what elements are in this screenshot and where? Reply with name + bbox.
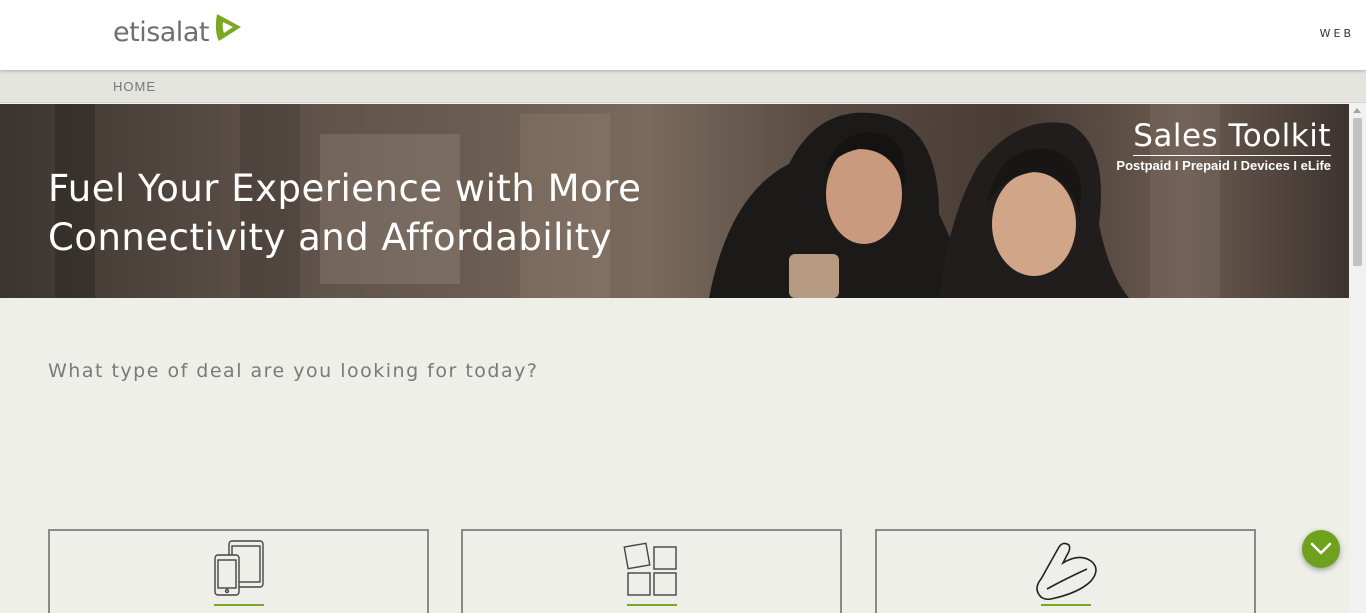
card-underline <box>213 604 264 606</box>
card-underline <box>626 604 677 606</box>
deal-question: What type of deal are you looking for to… <box>48 360 539 382</box>
devices-icon <box>213 539 265 603</box>
card-underline <box>1040 604 1091 606</box>
hero-headline-line2: Connectivity and Affordability <box>48 216 613 259</box>
deal-card-elife[interactable] <box>875 529 1256 613</box>
deal-card-apps[interactable] <box>461 529 842 613</box>
nav-bar: HOME <box>0 70 1366 103</box>
logo-mark-icon <box>211 10 247 48</box>
glove-icon <box>1031 539 1101 607</box>
web-link[interactable]: WEB <box>1320 27 1354 40</box>
top-header: etisalat WEB <box>0 0 1366 70</box>
etisalat-logo[interactable]: etisalat <box>113 14 247 48</box>
scroll-down-button[interactable] <box>1302 530 1340 568</box>
apps-grid-icon <box>622 539 682 603</box>
hero-banner: Fuel Your Experience with More Connectiv… <box>0 104 1349 298</box>
deal-card-devices[interactable] <box>48 529 429 613</box>
scroll-up-arrow-icon[interactable] <box>1353 108 1361 113</box>
sales-toolkit-heading: Sales Toolkit <box>1133 118 1331 156</box>
sales-toolkit-title: Sales Toolkit Postpaid I Prepaid I Devic… <box>1116 118 1331 173</box>
hero-headline: Fuel Your Experience with More Connectiv… <box>48 164 641 262</box>
scroll-thumb[interactable] <box>1353 118 1362 266</box>
vertical-scrollbar[interactable] <box>1349 104 1366 613</box>
logo-text: etisalat <box>113 16 209 48</box>
chevron-down-icon <box>1310 542 1332 555</box>
hero-headline-line1: Fuel Your Experience with More <box>48 167 642 210</box>
nav-home-link[interactable]: HOME <box>113 79 156 94</box>
sales-toolkit-subtitle: Postpaid I Prepaid I Devices I eLife <box>1116 158 1331 173</box>
